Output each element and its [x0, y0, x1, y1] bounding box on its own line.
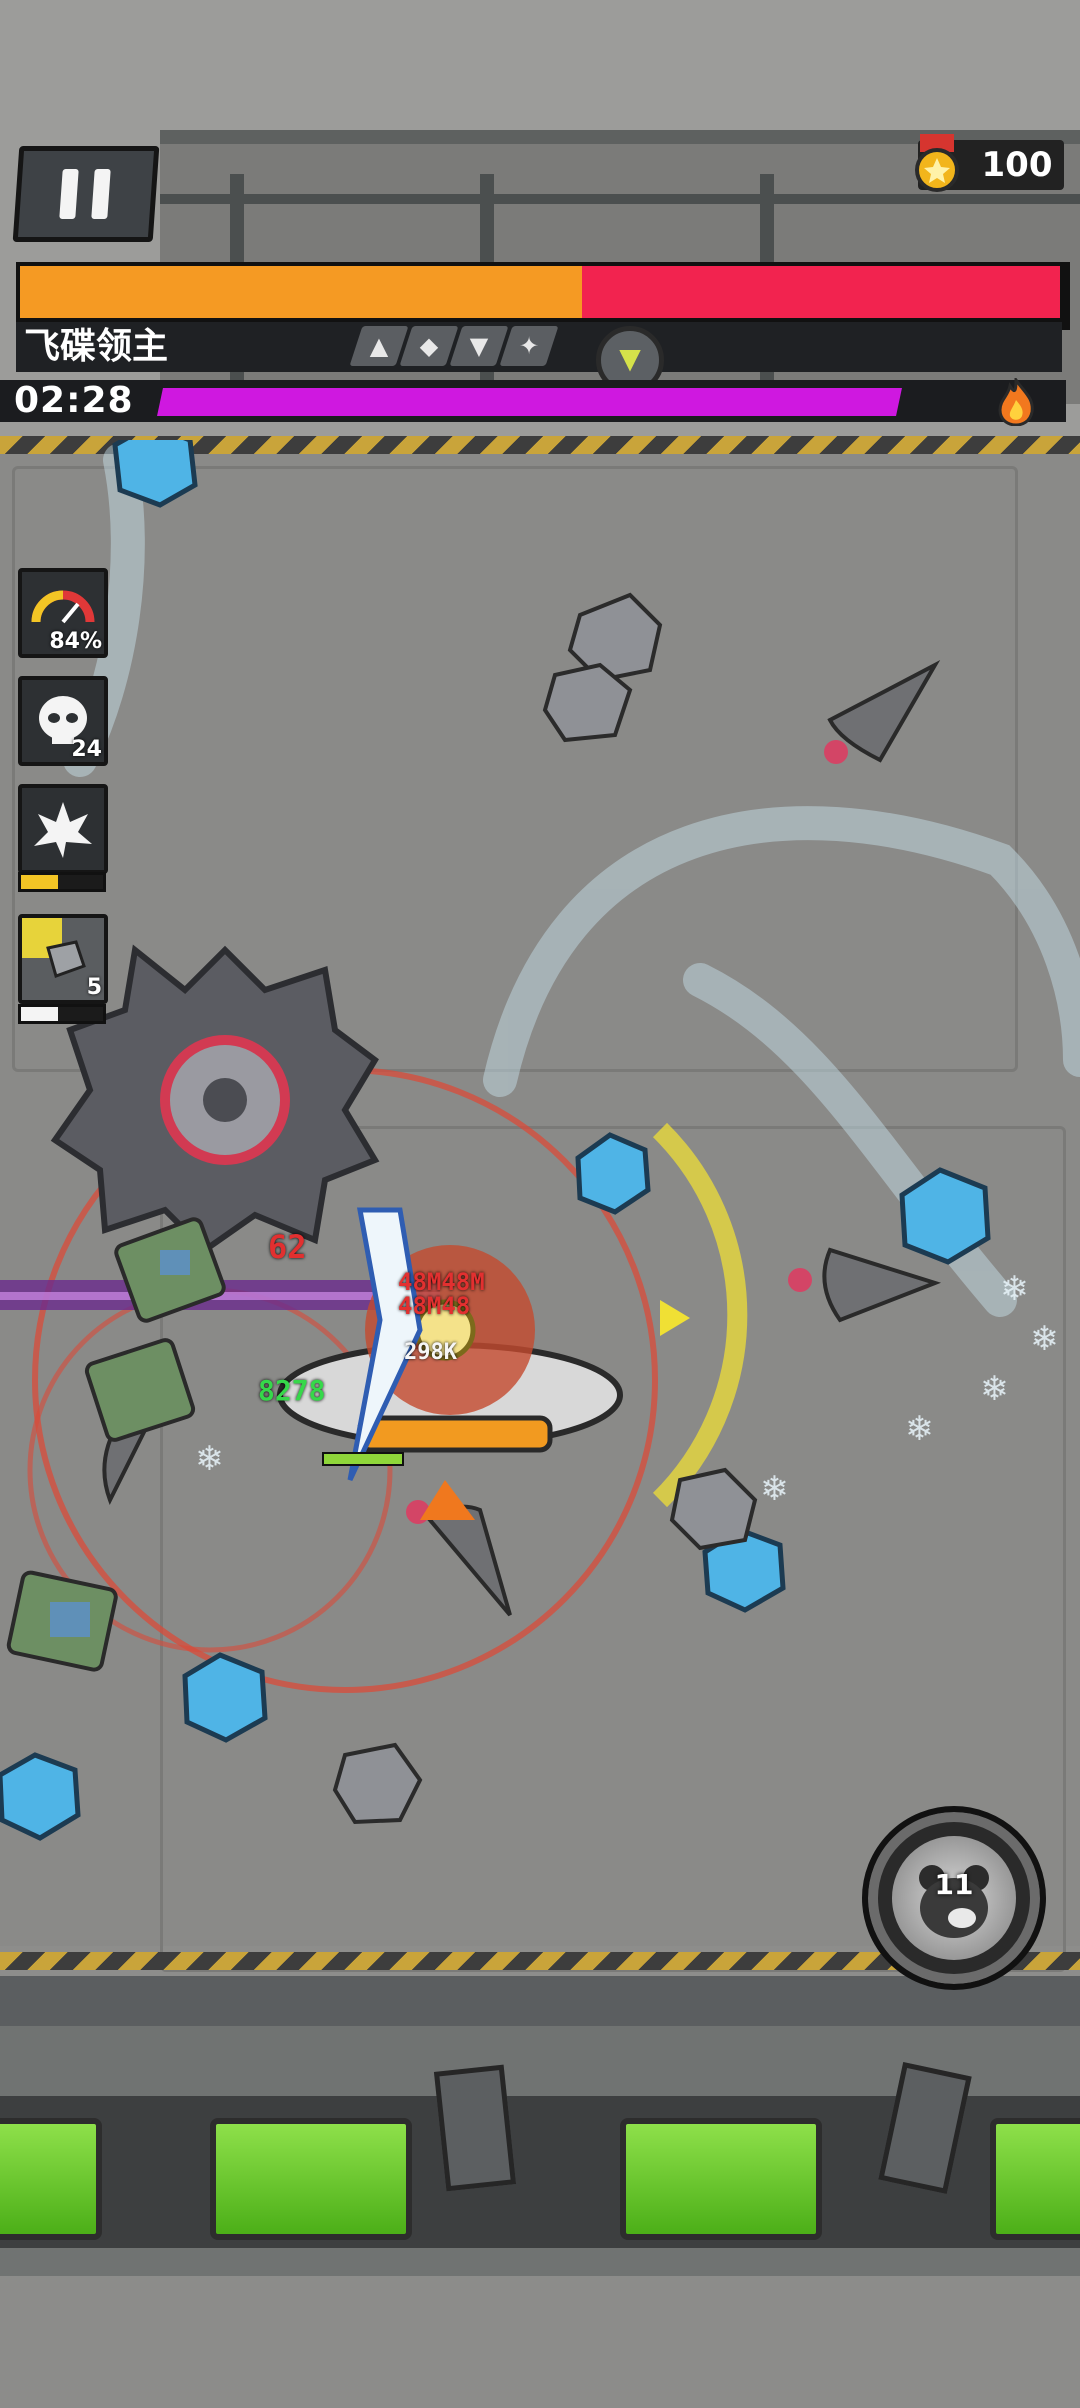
- burst-icon: ✦: [499, 326, 559, 366]
- svg-text:❄: ❄: [1000, 1269, 1029, 1309]
- arrow-down-icon: ▼: [449, 326, 509, 366]
- game-timer: 02:28: [14, 380, 134, 421]
- boss-health-remaining: [582, 266, 1060, 318]
- pause-button[interactable]: [12, 146, 160, 242]
- svg-text:❄: ❄: [905, 1409, 934, 1449]
- pause-icon: [59, 169, 79, 219]
- player-ship: [277, 1207, 623, 1520]
- green-tube: [990, 2118, 1080, 2240]
- damage-number: 48M48: [398, 1292, 471, 1320]
- boss-health-fill: [20, 266, 582, 318]
- experience-bar: [157, 388, 902, 416]
- svg-text:❄: ❄: [980, 1369, 1009, 1409]
- explosion-skill-status: [18, 784, 108, 874]
- kill-count-status: 24: [18, 676, 108, 766]
- green-tube: [0, 2118, 102, 2240]
- damage-number: 298K: [404, 1340, 457, 1365]
- kill-count-value: 24: [71, 737, 102, 762]
- explosion-skill-charge: [18, 872, 106, 892]
- speed-gauge-value: 84%: [49, 629, 102, 654]
- svg-text:❄: ❄: [1030, 1319, 1059, 1359]
- ultimate-count: 11: [934, 1868, 974, 1901]
- drone-skill-value: 5: [86, 975, 102, 1000]
- spike-icon: ▲: [349, 326, 409, 366]
- tube-clamp: [433, 2064, 517, 2192]
- boss-name: 飞碟领主: [24, 326, 169, 367]
- svg-text:❄: ❄: [195, 1439, 224, 1479]
- svg-text:❄: ❄: [760, 1469, 789, 1509]
- battle-scene: ❄❄❄ ❄❄❄: [0, 440, 1080, 1841]
- green-tube: [620, 2118, 822, 2240]
- explosion-icon: [34, 802, 92, 858]
- medal-count: 100: [981, 145, 1053, 185]
- rail-track: [0, 1976, 1080, 2026]
- drone-skill-status: 5: [18, 914, 108, 1004]
- lower-floor: [0, 2276, 1080, 2408]
- player-health-bar: [322, 1452, 404, 1466]
- shield-icon: ◆: [399, 326, 459, 366]
- damage-number: 8278: [258, 1374, 326, 1407]
- speed-gauge-status: 84%: [18, 568, 108, 658]
- drone-skill-charge: [18, 1004, 106, 1024]
- fire-icon: [998, 378, 1034, 426]
- damage-number: 62: [268, 1228, 307, 1266]
- green-tube: [210, 2118, 412, 2240]
- medal-icon: [915, 134, 959, 192]
